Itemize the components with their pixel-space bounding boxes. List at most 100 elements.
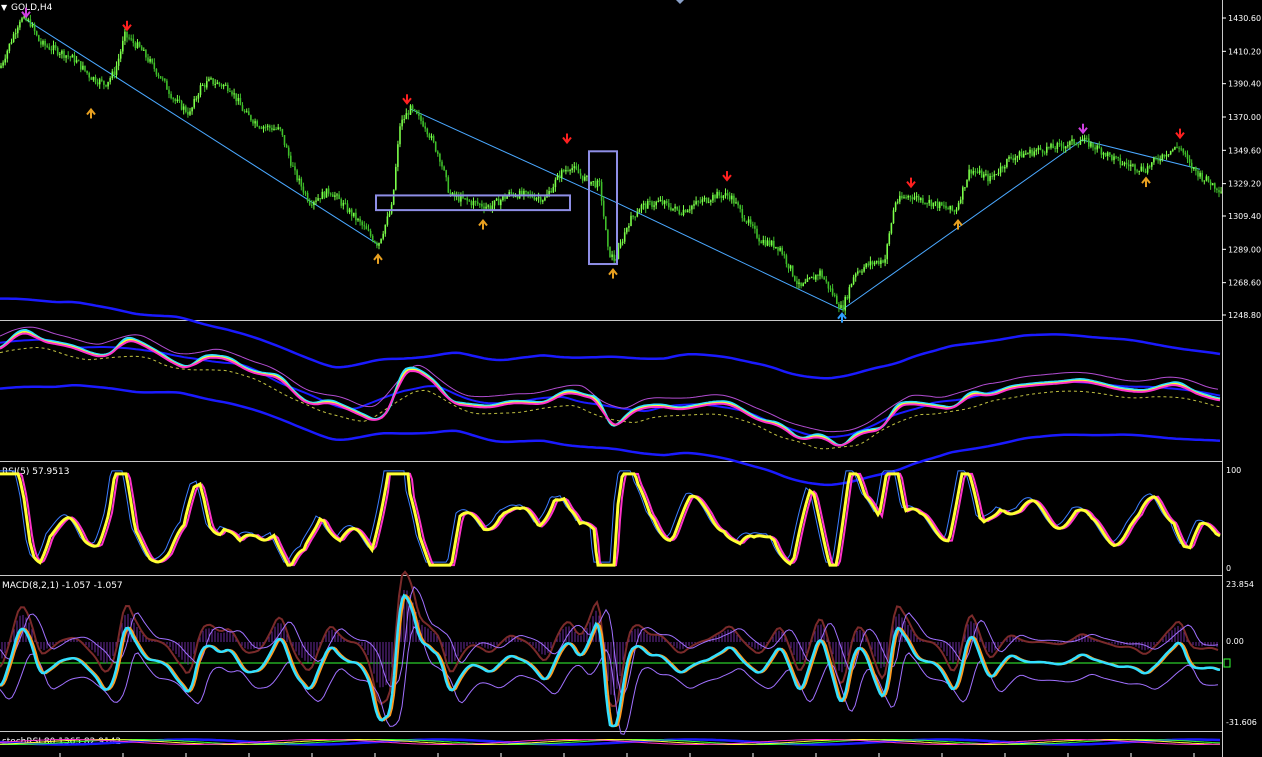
candle-body	[720, 195, 723, 198]
candle-body	[756, 228, 758, 238]
candle-body	[1069, 141, 1071, 146]
candle-body	[1161, 154, 1164, 161]
candle-body	[502, 196, 504, 201]
candle-body	[321, 191, 324, 200]
candle-body	[128, 37, 130, 39]
candle-body	[1106, 152, 1109, 157]
candle-body	[0, 65, 2, 68]
candle-body	[907, 195, 909, 198]
candle-body	[741, 208, 744, 219]
candle-body	[976, 171, 979, 173]
candle-body	[1012, 158, 1014, 161]
candle-body	[418, 113, 420, 116]
candle-body	[768, 240, 771, 246]
candle-body	[1121, 164, 1124, 166]
candle-body	[791, 265, 794, 277]
candle-body	[19, 21, 21, 28]
candle-body	[153, 62, 156, 69]
price-tick-label: 1349.60	[1228, 146, 1261, 155]
candle-body	[842, 305, 844, 311]
candle-body	[693, 204, 695, 206]
candle-body	[361, 221, 363, 226]
candle-body	[968, 169, 970, 180]
candle-body	[44, 40, 46, 46]
candle-body	[825, 279, 828, 282]
price-tick-label: 1268.60	[1228, 279, 1261, 288]
candle-body	[903, 197, 905, 199]
candle-body	[1018, 151, 1021, 157]
candle-body	[821, 270, 823, 278]
candle-body	[611, 254, 613, 257]
candle-body	[670, 207, 672, 211]
candle-body	[703, 197, 706, 200]
candle-body	[941, 202, 943, 206]
candle-body	[997, 172, 1000, 175]
candle-body	[445, 170, 447, 178]
candle-body	[1172, 149, 1174, 151]
candle-body	[892, 210, 895, 224]
menu-glyph[interactable]: ▼	[1, 3, 8, 12]
candle-body	[395, 166, 397, 190]
chart-window[interactable]: ▼ GOLD,H4 1430.60 1410.20 1390.40 1370.00 13…	[0, 0, 1262, 757]
candle-body	[483, 206, 485, 209]
candle-body	[928, 199, 930, 204]
candle-body	[878, 260, 880, 264]
candle-body	[516, 196, 519, 199]
candle-body	[1119, 158, 1122, 165]
candle-body	[537, 197, 540, 199]
candle-body	[1207, 176, 1210, 182]
price-tick-label: 1430.60	[1228, 14, 1261, 23]
candle-body	[1027, 153, 1029, 155]
candle-body	[212, 78, 214, 85]
candle-body	[1153, 158, 1155, 163]
candle-body	[426, 128, 429, 135]
candle-body	[237, 98, 240, 102]
candle-body	[90, 77, 93, 80]
candle-body	[510, 192, 513, 194]
candle-body	[1022, 153, 1025, 158]
candle-body	[355, 212, 357, 221]
candle-body	[682, 209, 685, 215]
candle-body	[579, 173, 582, 176]
candle-body	[542, 200, 544, 202]
candle-body	[638, 209, 641, 213]
candle-body	[130, 38, 132, 40]
candle-body	[203, 84, 206, 88]
candle-body	[10, 41, 13, 44]
candle-body	[42, 40, 44, 45]
candle-body	[798, 282, 800, 285]
candle-body	[684, 209, 687, 213]
candle-body	[94, 76, 97, 83]
candle-body	[533, 197, 536, 200]
candle-body	[1218, 190, 1220, 193]
candle-body	[623, 232, 626, 242]
candle-body	[815, 274, 817, 280]
candle-body	[33, 24, 36, 32]
candle-body	[1220, 191, 1222, 193]
candle-body	[342, 202, 345, 206]
candle-body	[712, 194, 714, 201]
candle-body	[554, 179, 557, 188]
candle-body	[474, 201, 477, 203]
candle-body	[859, 271, 861, 273]
candle-body	[600, 182, 603, 201]
candle-body	[1125, 162, 1128, 165]
candle-body	[747, 219, 750, 223]
candle-body	[313, 201, 315, 205]
candle-body	[164, 78, 166, 81]
candle-body	[775, 246, 777, 248]
candle-body	[1081, 139, 1084, 142]
candle-body	[376, 242, 378, 246]
candle-body	[283, 135, 286, 146]
candle-body	[252, 120, 254, 124]
candle-body	[1163, 154, 1166, 157]
candle-body	[586, 176, 588, 178]
candle-body	[180, 100, 183, 110]
candle-body	[983, 174, 985, 178]
candle-body	[1113, 156, 1115, 161]
candle-body	[287, 147, 290, 156]
candle-body	[1109, 152, 1111, 155]
candle-body	[726, 193, 729, 196]
candle-body	[115, 65, 118, 76]
rsi-tick-100: 100	[1226, 466, 1241, 475]
